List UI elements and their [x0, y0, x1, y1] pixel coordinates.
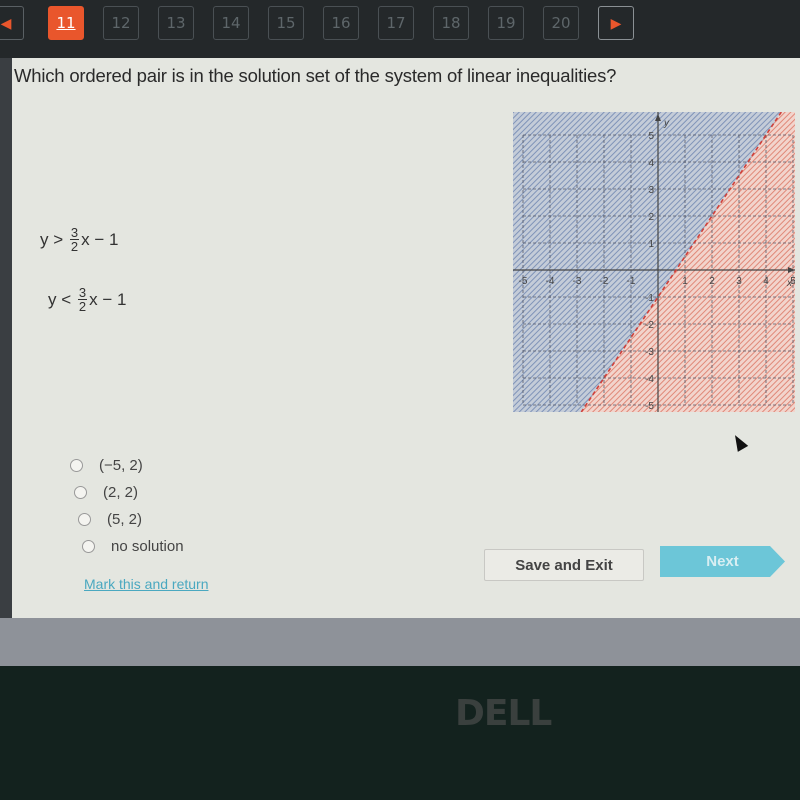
arrow-right-icon: ▶	[610, 14, 622, 31]
x-tick-label: 2	[709, 276, 715, 287]
question-navigation-bar: ◀ 11 12 13 14 15 16 17 18 19 20 ▶	[0, 0, 800, 58]
choice-label: (5, 2)	[107, 511, 143, 528]
arrow-left-icon: ◀	[0, 14, 12, 31]
x-tick-label: -1	[627, 276, 636, 287]
y-tick-label: 3	[648, 185, 654, 196]
question-18-button[interactable]: 18	[433, 6, 469, 40]
next-question-button[interactable]: ▶	[598, 6, 634, 40]
y-tick-label: -5	[645, 401, 654, 412]
choice-label: no solution	[111, 538, 184, 555]
inequality-1: y > 32 x − 1	[40, 226, 118, 253]
ineq-op: >	[53, 229, 64, 249]
fraction: 32	[77, 285, 88, 314]
ineq-lhs: y	[40, 229, 49, 249]
y-tick-label: -2	[645, 320, 654, 331]
numerator: 3	[77, 285, 88, 300]
ineq-lhs: y	[48, 289, 57, 309]
inequality-2: y < 32 x − 1	[48, 286, 126, 313]
y-axis-label: y	[663, 118, 670, 129]
answer-choice[interactable]: no solution	[82, 533, 184, 560]
x-tick-label: 3	[736, 276, 742, 287]
question-11-button[interactable]: 11	[48, 6, 84, 40]
previous-button[interactable]: ◀	[0, 6, 24, 40]
x-tick-label: -5	[519, 276, 528, 287]
question-17-button[interactable]: 17	[378, 6, 414, 40]
question-12-button[interactable]: 12	[103, 6, 139, 40]
denominator: 2	[70, 239, 79, 254]
y-tick-label: 2	[648, 212, 654, 223]
inequality-graph: -5 -4 -3 -2 -1 1 2 3 4 554321-1-2-3-4-5xy	[513, 112, 795, 412]
question-14-button[interactable]: 14	[213, 6, 249, 40]
next-button[interactable]: Next	[660, 546, 785, 577]
question-15-button[interactable]: 15	[268, 6, 304, 40]
radio-button[interactable]	[74, 486, 87, 499]
radio-button[interactable]	[78, 513, 91, 526]
y-tick-label: 4	[648, 158, 654, 169]
answer-choice[interactable]: (−5, 2)	[70, 452, 184, 479]
save-and-exit-button[interactable]: Save and Exit	[484, 549, 644, 581]
ineq-rest: x − 1	[81, 229, 119, 249]
y-tick-label: -1	[645, 293, 654, 304]
choice-label: (−5, 2)	[99, 457, 143, 474]
x-tick-label: 4	[763, 276, 769, 287]
ineq-op: <	[61, 289, 72, 309]
question-16-button[interactable]: 16	[323, 6, 359, 40]
left-sidebar-edge	[0, 58, 12, 618]
question-20-button[interactable]: 20	[543, 6, 579, 40]
x-tick-label: 1	[682, 276, 688, 287]
fraction: 32	[69, 225, 80, 254]
radio-button[interactable]	[82, 540, 95, 553]
denominator: 2	[78, 299, 87, 314]
answer-choices: (−5, 2) (2, 2) (5, 2) no solution	[70, 452, 184, 560]
radio-button[interactable]	[70, 459, 83, 472]
choice-label: (2, 2)	[103, 484, 139, 501]
brand-logo: DELL	[455, 693, 552, 734]
answer-choice[interactable]: (2, 2)	[74, 479, 184, 506]
mark-and-return-link[interactable]: Mark this and return	[84, 576, 209, 592]
x-tick-label: -3	[573, 276, 582, 287]
monitor-bezel	[0, 618, 800, 666]
y-tick-label: -3	[645, 347, 654, 358]
y-tick-label: -4	[645, 374, 654, 385]
question-text: Which ordered pair is in the solution se…	[14, 65, 617, 86]
question-13-button[interactable]: 13	[158, 6, 194, 40]
x-tick-label: -4	[546, 276, 555, 287]
x-axis-label: x	[786, 278, 793, 289]
y-tick-label: 1	[648, 239, 654, 250]
laptop-body	[0, 666, 800, 800]
y-tick-label: 5	[648, 131, 654, 142]
ineq-rest: x − 1	[89, 289, 127, 309]
numerator: 3	[69, 225, 80, 240]
question-19-button[interactable]: 19	[488, 6, 524, 40]
x-tick-label: -2	[600, 276, 609, 287]
answer-choice[interactable]: (5, 2)	[78, 506, 184, 533]
